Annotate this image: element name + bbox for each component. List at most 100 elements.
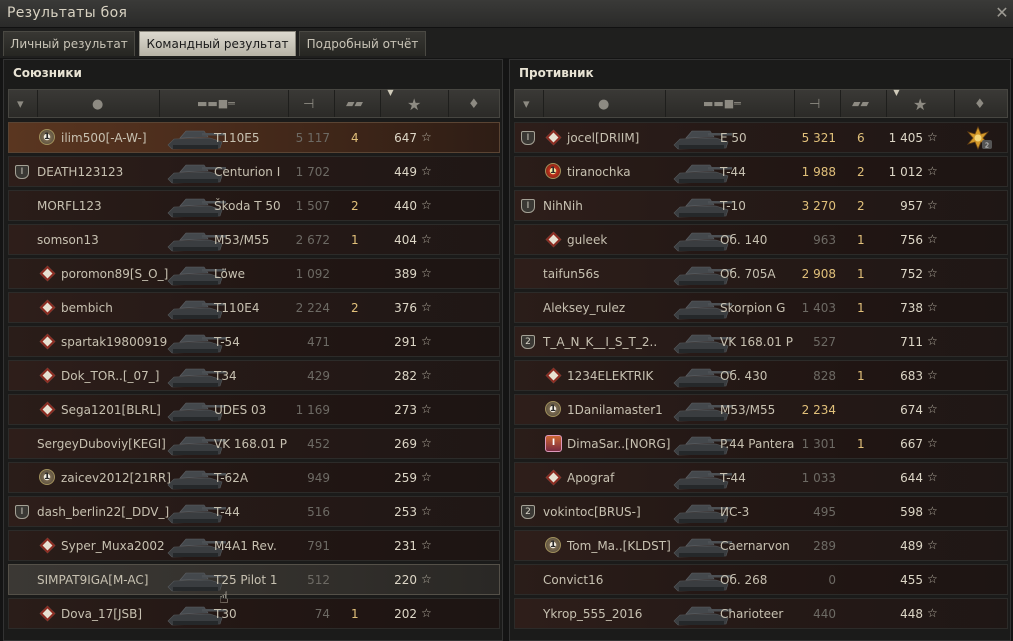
xp-star-icon: ☆	[421, 538, 432, 552]
xp-value: 647	[394, 131, 417, 145]
table-row[interactable]: SIMPAT9IGA[M-AC] T25 Pilot 1 512 220 ☆	[8, 564, 500, 595]
damage-value: 452	[307, 437, 330, 451]
table-row[interactable]: taifun56s Об. 705А 2 908 1 752 ☆	[514, 258, 1008, 289]
close-icon[interactable]: ✕	[993, 4, 1011, 22]
table-row[interactable]: Dova_17[JSB] T30 74 1 202 ☆	[8, 598, 500, 629]
table-row[interactable]: Syper_Muxa2002 M4A1 Rev. 791 231 ☆	[8, 530, 500, 561]
damage-value: 512	[307, 573, 330, 587]
damage-value: 2 908	[801, 267, 836, 281]
xp-star-icon: ☆	[421, 470, 432, 484]
xp-value: 220	[394, 573, 417, 587]
frags-icon: ▰▰	[852, 97, 869, 110]
xp-value: 644	[900, 471, 923, 485]
medal-column[interactable]: ♦	[449, 90, 501, 117]
xp-value: 756	[900, 233, 923, 247]
table-row[interactable]: 1 tiranochka T-44 1 988 2 1 012 ☆	[514, 156, 1008, 187]
mastery-badge-icon	[39, 265, 56, 282]
allies-panel: Союзники ▾ ● ▬▬■═ ⊣ ▰▰ ▼ ★ ♦ 1 ilim500[-A-…	[3, 59, 503, 641]
table-row[interactable]: Ijocel[DRIIM] E 50 5 321 6 1 405 ☆ 2	[514, 122, 1008, 153]
table-row[interactable]: 1 Tom_Ma..[KLDST] Caernarvon 289 489 ☆	[514, 530, 1008, 561]
vehicle-name: E 50	[720, 131, 747, 145]
frags-value: 2	[857, 199, 865, 213]
mastery-badge-icon: I	[545, 435, 562, 452]
xp-column[interactable]: ▼ ★	[887, 88, 955, 117]
table-row[interactable]: somson13 M53/M55 2 672 1 404 ☆	[8, 224, 500, 255]
vehicle-name: Об. 140	[720, 233, 768, 247]
xp-star-icon: ☆	[927, 198, 938, 212]
mastery-badge-icon	[545, 129, 562, 146]
damage-value: 74	[314, 607, 330, 621]
damage-column[interactable]: ⊣	[795, 90, 841, 117]
xp-value: 957	[900, 199, 923, 213]
mastery-badge-icon	[545, 469, 562, 486]
table-row[interactable]: 1 zaicev2012[21RR] T-62A 949 259 ☆	[8, 462, 500, 493]
table-row[interactable]: 2 T_A_N_K__I_S_T_2.. VK 168.01 P 527 711 ☆	[514, 326, 1008, 357]
table-row[interactable]: bembich T110E4 2 224 2 376 ☆	[8, 292, 500, 323]
xp-value: 291	[394, 335, 417, 349]
damage-value: 495	[813, 505, 836, 519]
xp-star-icon: ☆	[927, 606, 938, 620]
player-column[interactable]: ●	[544, 90, 666, 117]
xp-star-icon: ☆	[421, 504, 432, 518]
table-row[interactable]: Convict16 Об. 268 0 455 ☆	[514, 564, 1008, 595]
player-name: T_A_N_K__I_S_T_2..	[543, 335, 658, 349]
damage-column[interactable]: ⊣	[289, 90, 335, 117]
table-row[interactable]: Aleksey_rulez Skorpion G 1 403 1 738 ☆	[514, 292, 1008, 323]
vehicle-name: Caernarvon	[720, 539, 790, 553]
table-row[interactable]: guleek Об. 140 963 1 756 ☆	[514, 224, 1008, 255]
platoon-column[interactable]: ▾	[9, 90, 38, 117]
table-row[interactable]: poromon89[S_O_] Löwe 1 092 389 ☆	[8, 258, 500, 289]
table-row[interactable]: spartak19800919 T-54 471 291 ☆	[8, 326, 500, 357]
tank-column[interactable]: ▬▬■═	[160, 90, 289, 117]
table-row[interactable]: 2 vokintoc[BRUS-] ИС-3 495 598 ☆	[514, 496, 1008, 527]
player-name: vokintoc[BRUS-]	[543, 505, 641, 519]
player-name: SergeyDuboviy[KEGI]	[37, 437, 166, 451]
xp-star-icon: ☆	[927, 130, 938, 144]
damage-value: 1 033	[801, 471, 836, 485]
vehicle-name: VK 168.01 P	[214, 437, 287, 451]
frags-value: 1	[857, 369, 865, 383]
vehicle-name: P.44 Pantera	[720, 437, 795, 451]
vehicle-name: T110E4	[214, 301, 260, 315]
vehicle-name: T-44	[720, 165, 746, 179]
platoon-column[interactable]: ▾	[515, 90, 544, 117]
damage-value: 0	[828, 573, 836, 587]
table-row[interactable]: Dok_TOR..[_07_] T34 429 282 ☆	[8, 360, 500, 391]
platoon-icon: I	[15, 505, 29, 519]
platoon-icon: I	[521, 131, 535, 145]
mastery-badge-icon: 1	[39, 129, 56, 146]
medal-column[interactable]: ♦	[955, 90, 1009, 117]
xp-value: 1 012	[888, 165, 923, 179]
table-row[interactable]: I DEATH123123 Centurion I 1 702 449 ☆	[8, 156, 500, 187]
damage-value: 791	[307, 539, 330, 553]
table-row[interactable]: Sega1201[BLRL] UDES 03 1 169 273 ☆	[8, 394, 500, 425]
tab-personal-result[interactable]: Личный результат	[3, 31, 135, 56]
player-name: poromon89[S_O_]	[61, 267, 169, 281]
damage-value: 949	[307, 471, 330, 485]
vehicle-name: T-44	[720, 471, 746, 485]
player-name: Convict16	[543, 573, 604, 587]
frags-value: 1	[857, 437, 865, 451]
table-row[interactable]: I NihNih T-10 3 270 2 957 ☆	[514, 190, 1008, 221]
damage-value: 1 092	[295, 267, 330, 281]
xp-column[interactable]: ▼ ★	[381, 88, 449, 117]
vehicle-name: Löwe	[214, 267, 246, 281]
table-row[interactable]: 1 ilim500[-A-W-] T110E5 5 117 4 647 ☆	[8, 122, 500, 153]
table-row[interactable]: 1234ELEKTRIK Об. 430 828 1 683 ☆	[514, 360, 1008, 391]
vehicle-name: M53/M55	[720, 403, 776, 417]
table-row[interactable]: SergeyDuboviy[KEGI] VK 168.01 P 452 269 ☆	[8, 428, 500, 459]
player-column[interactable]: ●	[38, 90, 160, 117]
xp-value: 273	[394, 403, 417, 417]
table-row[interactable]: I DimaSar..[NORG] P.44 Pantera 1 301 1 667 ☆	[514, 428, 1008, 459]
xp-value: 259	[394, 471, 417, 485]
table-row[interactable]: MORFL123 Škoda T 50 1 507 2 440 ☆	[8, 190, 500, 221]
tank-column[interactable]: ▬▬■═	[666, 90, 795, 117]
tab-team-result[interactable]: Командный результат	[139, 31, 296, 56]
table-row[interactable]: Idash_berlin22[_DDV_] T-44 516 253 ☆	[8, 496, 500, 527]
table-row[interactable]: Apograf T-44 1 033 644 ☆	[514, 462, 1008, 493]
xp-star-icon: ☆	[421, 130, 432, 144]
table-row[interactable]: 1 1Danilamaster1 M53/M55 2 234 674 ☆	[514, 394, 1008, 425]
vehicle-name: T-54	[214, 335, 240, 349]
tab-detailed-report[interactable]: Подробный отчёт	[299, 31, 426, 56]
table-row[interactable]: Ykrop_555_2016 Charioteer 440 448 ☆	[514, 598, 1008, 629]
